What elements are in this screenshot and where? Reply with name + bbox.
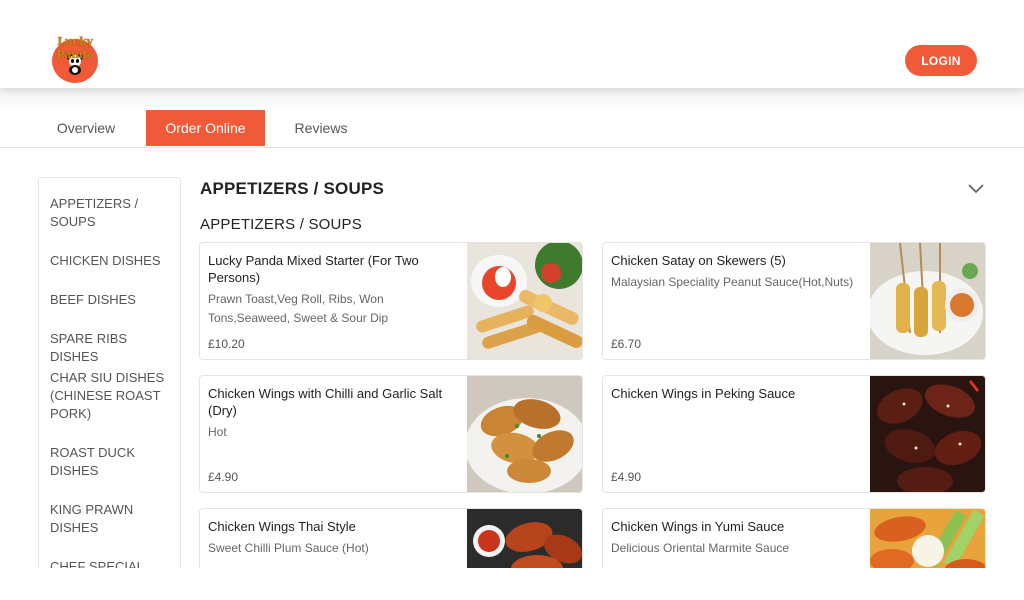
menu-item-description: Delicious Oriental Marmite Sauce bbox=[611, 541, 790, 555]
peking-wings-image bbox=[870, 376, 985, 492]
brand-logo[interactable]: Lucky Panda bbox=[40, 35, 110, 83]
menu-item-name: Chicken Wings in Yumi Sauce bbox=[611, 519, 785, 534]
sidebar-item-spare-ribs-dishes[interactable]: SPARE RIBS DISHES bbox=[50, 330, 175, 366]
tab-bar: Overview Order Online Reviews bbox=[0, 110, 1024, 148]
chilli-garlic-wings-image bbox=[467, 376, 582, 492]
menu-item-description: Hot bbox=[208, 425, 227, 439]
menu-item-name: Chicken Satay on Skewers (5) bbox=[611, 253, 786, 268]
category-sidebar: APPETIZERS / SOUPS CHICKEN DISHES BEEF D… bbox=[38, 177, 181, 577]
sidebar-item-roast-duck-dishes[interactable]: ROAST DUCK DISHES bbox=[50, 444, 175, 480]
tab-overview[interactable]: Overview bbox=[40, 110, 132, 146]
viewport-bottom-edge bbox=[0, 568, 1024, 600]
menu-item-price: £4.90 bbox=[611, 470, 642, 484]
menu-item-price: £10.20 bbox=[208, 337, 245, 351]
menu-item-description: Prawn Toast,Veg Roll, Ribs, Won Tons,Sea… bbox=[208, 292, 389, 325]
subsection-title: APPETIZERS / SOUPS bbox=[200, 216, 362, 233]
chicken-satay-image bbox=[870, 243, 985, 359]
login-button[interactable]: LOGIN bbox=[905, 45, 977, 76]
mixed-starter-image bbox=[467, 243, 582, 359]
sidebar-item-beef-dishes[interactable]: BEEF DISHES bbox=[50, 291, 175, 309]
chevron-down-icon[interactable] bbox=[966, 180, 986, 198]
sidebar-item-king-prawn-dishes[interactable]: KING PRAWN DISHES bbox=[50, 501, 175, 537]
menu-item-card[interactable]: Chicken Satay on Skewers (5) Malaysian S… bbox=[602, 242, 986, 360]
tab-reviews[interactable]: Reviews bbox=[280, 110, 362, 146]
section-title: APPETIZERS / SOUPS bbox=[200, 179, 385, 198]
menu-item-name: Chicken Wings Thai Style bbox=[208, 519, 356, 534]
header: Lucky Panda LOGIN bbox=[0, 0, 1024, 88]
menu-item-price: £6.70 bbox=[611, 337, 642, 351]
tab-order-online[interactable]: Order Online bbox=[146, 110, 265, 146]
menu-item-card[interactable]: Lucky Panda Mixed Starter (For Two Perso… bbox=[199, 242, 583, 360]
menu-item-description: Sweet Chilli Plum Sauce (Hot) bbox=[208, 541, 369, 555]
menu-item-price: £4.90 bbox=[208, 470, 239, 484]
menu-item-card[interactable]: Chicken Wings with Chilli and Garlic Sal… bbox=[199, 375, 583, 493]
sidebar-item-char-siu-dishes[interactable]: CHAR SIU DISHES (CHINESE ROAST PORK) bbox=[50, 369, 175, 423]
menu-item-name: Chicken Wings with Chilli and Garlic Sal… bbox=[208, 386, 443, 418]
sidebar-item-appetizers-soups[interactable]: APPETIZERS / SOUPS bbox=[50, 195, 175, 231]
header-gradient-band bbox=[0, 88, 1024, 110]
menu-item-name: Chicken Wings in Peking Sauce bbox=[611, 386, 796, 401]
menu-item-name: Lucky Panda Mixed Starter (For Two Perso… bbox=[208, 253, 419, 285]
sidebar-item-chicken-dishes[interactable]: CHICKEN DISHES bbox=[50, 252, 175, 270]
menu-item-card[interactable]: Chicken Wings in Peking Sauce £4.90 bbox=[602, 375, 986, 493]
menu-item-description: Malaysian Speciality Peanut Sauce(Hot,Nu… bbox=[611, 275, 854, 289]
logo-text: Lucky Panda bbox=[56, 35, 94, 61]
